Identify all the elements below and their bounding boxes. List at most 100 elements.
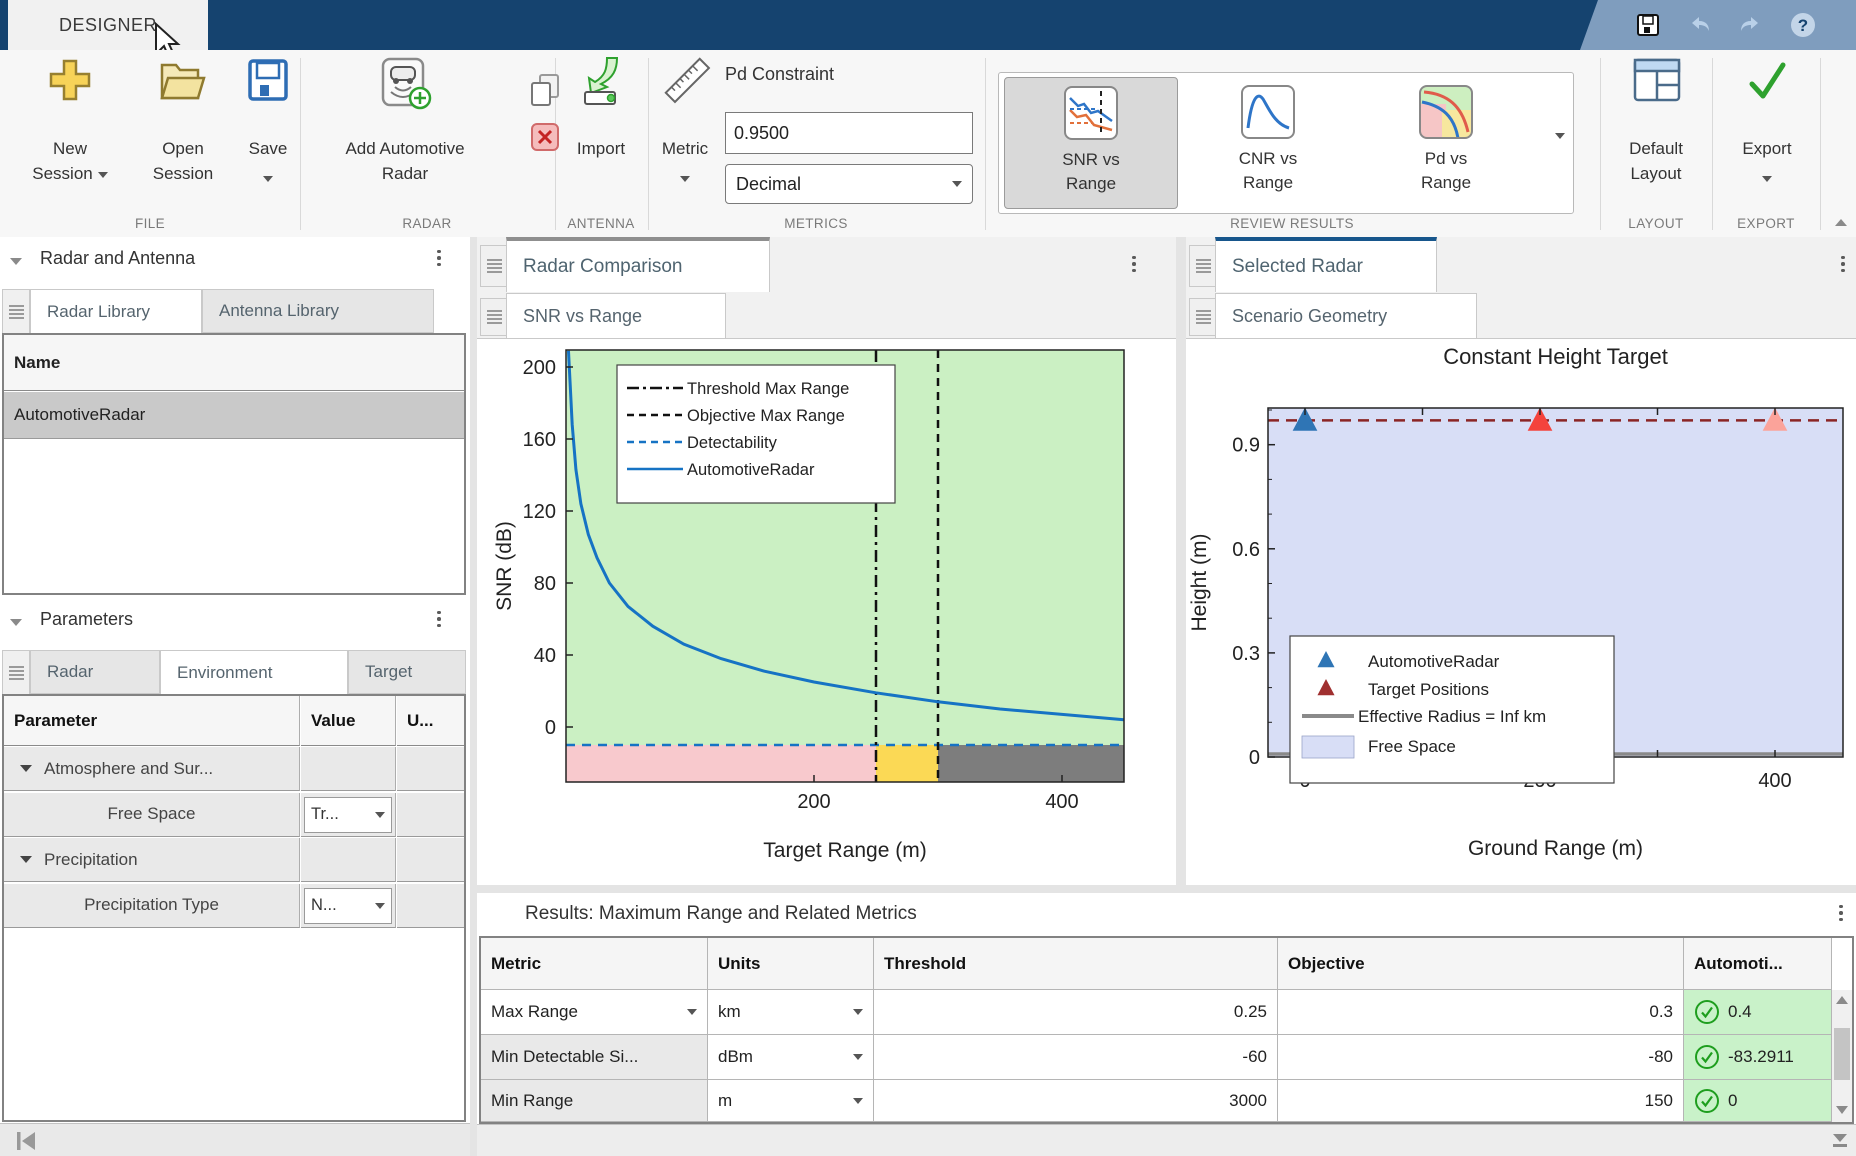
svg-text:200: 200 xyxy=(523,357,556,379)
param-row-precipitation-type[interactable]: Precipitation Type xyxy=(4,884,300,928)
param-tabs-grip[interactable] xyxy=(2,650,30,696)
copy-radar-icon[interactable] xyxy=(528,72,562,108)
results-header-units: Units xyxy=(708,938,874,990)
precip-type-value-dropdown[interactable]: N... xyxy=(304,888,392,924)
results-units-max-range[interactable]: km xyxy=(708,990,874,1035)
precipitation-value-cell xyxy=(301,838,396,882)
radar-antenna-menu-icon[interactable] xyxy=(430,246,448,270)
param-group-atmosphere[interactable]: Atmosphere and Sur... xyxy=(4,747,300,791)
tab-selected-radar[interactable]: Selected Radar xyxy=(1215,237,1437,292)
snr-vs-range-chart: 20040004080120160200Target Range (m)SNR … xyxy=(477,338,1176,885)
review-results-gallery: SNR vsRange CNR vsRange xyxy=(998,72,1574,214)
help-icon[interactable]: ? xyxy=(1790,12,1816,38)
import-button[interactable]: Import xyxy=(565,54,637,194)
radar-row-automotiveradar[interactable]: AutomotiveRadar xyxy=(4,392,464,439)
scroll-to-bottom-icon[interactable] xyxy=(1829,1131,1851,1151)
metric-button[interactable]: Metric xyxy=(650,54,720,204)
svg-text:AutomotiveRadar: AutomotiveRadar xyxy=(1368,652,1500,671)
right-sub-grip[interactable] xyxy=(1189,298,1217,336)
scroll-thumb[interactable] xyxy=(1834,1028,1850,1080)
splitter-middle-right[interactable] xyxy=(1176,237,1186,893)
group-label-review-results: REVIEW RESULTS xyxy=(1192,216,1392,236)
pd-constraint-input[interactable] xyxy=(725,112,973,154)
group-label-file: FILE xyxy=(75,216,225,236)
tab-radar-comparison[interactable]: Radar Comparison xyxy=(506,237,770,292)
splitter-left-middle[interactable] xyxy=(470,237,477,1156)
results-objective-min-range[interactable]: 150 xyxy=(1278,1080,1684,1122)
tab-param-target[interactable]: Target xyxy=(348,650,466,694)
library-tabs-grip[interactable] xyxy=(2,289,30,335)
svg-text:160: 160 xyxy=(523,429,556,451)
pass-check-icon xyxy=(1694,999,1720,1025)
svg-text:Ground Range (m): Ground Range (m) xyxy=(1468,837,1643,860)
results-title: Results: Maximum Range and Related Metri… xyxy=(525,903,917,925)
middle-sub-tab-row: SNR vs Range xyxy=(477,293,1176,339)
results-objective-max-range[interactable]: 0.3 xyxy=(1278,990,1684,1035)
export-dropdown-arrow xyxy=(1762,176,1772,182)
gallery-item-pd-vs-range[interactable]: Pd vsRange xyxy=(1360,77,1532,207)
pd-constraint-label: Pd Constraint xyxy=(725,64,975,88)
export-button[interactable]: Export xyxy=(1722,54,1812,204)
gallery-item-snr-vs-range[interactable]: SNR vsRange xyxy=(1004,77,1178,209)
tab-scenario-geometry[interactable]: Scenario Geometry xyxy=(1215,293,1477,338)
results-threshold-min-range[interactable]: 3000 xyxy=(874,1080,1278,1122)
export-check-icon xyxy=(1744,58,1790,102)
tab-antenna-library[interactable]: Antenna Library xyxy=(202,289,434,333)
gallery-dropdown-arrow[interactable] xyxy=(1555,133,1565,139)
svg-text:?: ? xyxy=(1798,16,1808,35)
results-threshold-max-range[interactable]: 0.25 xyxy=(874,990,1278,1035)
results-scrollbar[interactable] xyxy=(1832,990,1852,1122)
param-radar-tab-label: Radar xyxy=(47,662,93,682)
splitter-results[interactable] xyxy=(477,885,1856,893)
name-column-header: Name xyxy=(4,335,464,391)
tab-snr-vs-range[interactable]: SNR vs Range xyxy=(506,293,726,338)
metric-dropdown-arrow xyxy=(680,176,690,182)
middle-doc-grip[interactable] xyxy=(480,245,508,287)
undo-icon[interactable] xyxy=(1686,13,1712,37)
results-metric-min-detectable[interactable]: Min Detectable Si... xyxy=(481,1035,708,1080)
results-threshold-min-detectable[interactable]: -60 xyxy=(874,1035,1278,1080)
antenna-library-tab-label: Antenna Library xyxy=(219,301,339,321)
ribbon-separator xyxy=(985,58,986,230)
tab-param-environment[interactable]: Environment xyxy=(160,650,348,694)
parameters-collapse-icon[interactable] xyxy=(10,613,22,631)
default-layout-label-2: Layout xyxy=(1630,164,1681,183)
save-button[interactable]: Save xyxy=(238,54,298,194)
scroll-down-arrow[interactable] xyxy=(1836,1106,1848,1114)
middle-panel-menu-icon[interactable] xyxy=(1125,252,1143,276)
results-units-min-detectable[interactable]: dBm xyxy=(708,1035,874,1080)
results-objective-min-detectable[interactable]: -80 xyxy=(1278,1035,1684,1080)
parameters-menu-icon[interactable] xyxy=(430,607,448,631)
right-doc-tab-row: Selected Radar xyxy=(1186,237,1856,294)
results-metric-max-range[interactable]: Max Range xyxy=(481,990,708,1035)
gallery-item-cnr-vs-range[interactable]: CNR vsRange xyxy=(1182,77,1354,207)
scroll-up-arrow[interactable] xyxy=(1836,996,1848,1004)
param-group-precipitation[interactable]: Precipitation xyxy=(4,838,300,882)
open-session-folder-icon xyxy=(158,60,208,102)
results-units-min-range[interactable]: m xyxy=(708,1080,874,1122)
results-menu-icon[interactable] xyxy=(1832,901,1850,925)
redo-icon[interactable] xyxy=(1738,13,1764,37)
collapse-panel-left-icon[interactable] xyxy=(14,1130,38,1152)
right-doc-grip[interactable] xyxy=(1189,245,1217,287)
radar-antenna-collapse-icon[interactable] xyxy=(10,252,22,270)
radar-designer-app: DESIGNER ? FILE RADAR ANTENNA METRICS RE… xyxy=(0,0,1856,1156)
save-floppy-icon xyxy=(247,58,289,102)
middle-sub-grip[interactable] xyxy=(480,298,508,336)
open-session-button[interactable]: OpenSession xyxy=(128,54,238,194)
free-space-value-dropdown[interactable]: Tr... xyxy=(304,797,392,833)
format-select[interactable]: Decimal xyxy=(725,164,973,204)
right-panel-menu-icon[interactable] xyxy=(1834,252,1852,276)
precip-type-units-cell xyxy=(397,884,464,928)
pd-vs-range-icon xyxy=(1418,84,1474,140)
tab-radar-library[interactable]: Radar Library xyxy=(30,289,202,333)
add-automotive-radar-button[interactable]: Add AutomotiveRadar xyxy=(320,54,490,194)
svg-text:SNR (dB): SNR (dB) xyxy=(493,521,516,611)
results-metric-min-range[interactable]: Min Range xyxy=(481,1080,708,1122)
tab-param-radar[interactable]: Radar xyxy=(30,650,160,694)
default-layout-button[interactable]: DefaultLayout xyxy=(1606,54,1706,194)
param-row-free-space[interactable]: Free Space xyxy=(4,793,300,837)
metric-ruler-icon xyxy=(663,56,711,104)
collapse-ribbon-icon[interactable] xyxy=(1832,214,1850,232)
quick-save-icon[interactable] xyxy=(1636,13,1660,37)
